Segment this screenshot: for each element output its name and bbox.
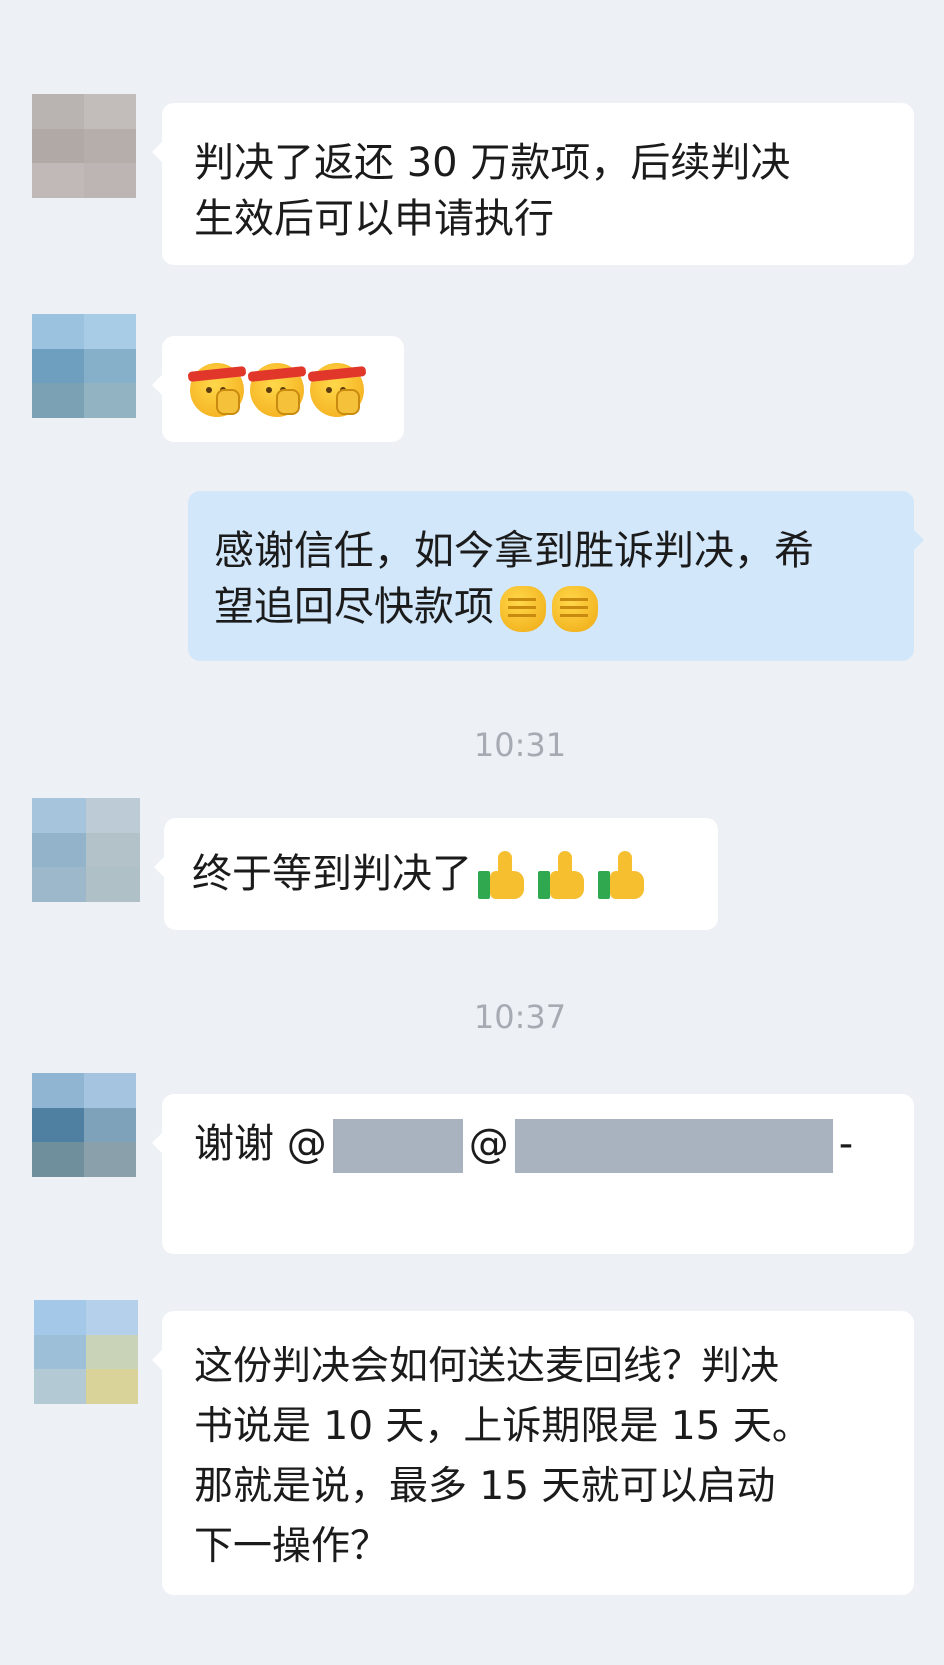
- chat-area[interactable]: 判决了返还 30 万款项，后续判决 生效后可以申请执行 感谢信任，如今拿到胜诉判…: [0, 0, 944, 1665]
- thumbs-up-icon: [536, 851, 592, 901]
- message-text: 下一操作？: [194, 1524, 390, 1569]
- thumbs-up-icon: [596, 851, 652, 901]
- redacted-mention[interactable]: [332, 1119, 463, 1173]
- fighting-emoji-icon: [247, 363, 307, 417]
- message-text: 终于等到判决了: [192, 851, 472, 897]
- avatar[interactable]: [32, 1073, 136, 1177]
- message-bubble-outgoing[interactable]: 感谢信任，如今拿到胜诉判决，希 望追回尽快款项: [188, 491, 924, 661]
- avatar[interactable]: [32, 798, 140, 902]
- message-bubble[interactable]: 谢谢 @ @ -: [152, 1094, 914, 1254]
- message-text: 那就是说，最多 15 天就可以启动: [194, 1464, 776, 1509]
- timestamp: 10:31: [473, 726, 567, 764]
- avatar[interactable]: [32, 94, 136, 198]
- message-text: 书说是 10 天，上诉期限是 15 天。: [194, 1404, 811, 1449]
- message-text: 谢谢 @: [194, 1121, 327, 1167]
- mention-at: @: [468, 1121, 509, 1167]
- message-text: 判决了返还 30 万款项，后续判决: [194, 140, 791, 186]
- avatar[interactable]: [34, 1300, 138, 1404]
- message-text: 这份判决会如何送达麦回线？判决: [194, 1344, 780, 1389]
- message-text: 生效后可以申请执行: [194, 196, 554, 242]
- fighting-emoji-icon: [187, 363, 247, 417]
- message-text: 望追回尽快款项: [214, 584, 494, 630]
- message-bubble[interactable]: 这份判决会如何送达麦回线？判决 书说是 10 天，上诉期限是 15 天。 那就是…: [152, 1311, 914, 1595]
- avatar[interactable]: [32, 314, 136, 418]
- message-text: -: [838, 1121, 854, 1167]
- message-bubble[interactable]: 终于等到判决了: [154, 818, 718, 930]
- fist-emoji-icon: [552, 586, 598, 632]
- message-bubble[interactable]: 判决了返还 30 万款项，后续判决 生效后可以申请执行: [152, 103, 914, 265]
- fighting-emoji-icon: [307, 363, 367, 417]
- redacted-mention[interactable]: [514, 1119, 833, 1173]
- timestamp: 10:37: [473, 998, 567, 1036]
- message-text: 感谢信任，如今拿到胜诉判决，希: [214, 528, 814, 574]
- thumbs-up-icon: [476, 851, 532, 901]
- message-bubble[interactable]: [152, 336, 404, 442]
- fist-emoji-icon: [500, 586, 546, 632]
